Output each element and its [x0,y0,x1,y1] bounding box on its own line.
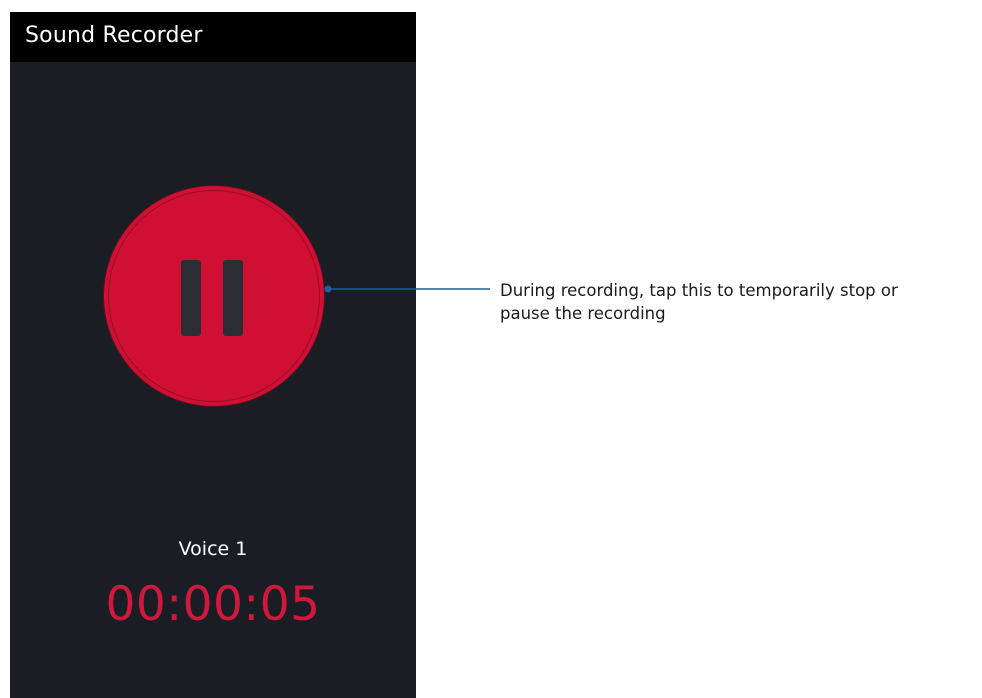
callout-text-line2: pause the recording [500,304,666,323]
recording-name: Voice 1 [178,538,248,560]
pause-bar-right [223,260,243,336]
pause-bar-left [181,260,201,336]
pause-icon [181,260,243,336]
pause-recording-button[interactable] [104,186,324,406]
callout-text: During recording, tap this to temporaril… [500,279,980,325]
callout-text-line1: During recording, tap this to temporaril… [500,281,898,300]
page: Sound Recorder Voice 1 00:00:05 During r… [0,0,982,698]
app-bar: Sound Recorder [10,12,416,62]
elapsed-time: 00:00:05 [105,577,321,632]
phone-screen: Sound Recorder Voice 1 00:00:05 [10,12,416,698]
app-title: Sound Recorder [25,23,203,48]
